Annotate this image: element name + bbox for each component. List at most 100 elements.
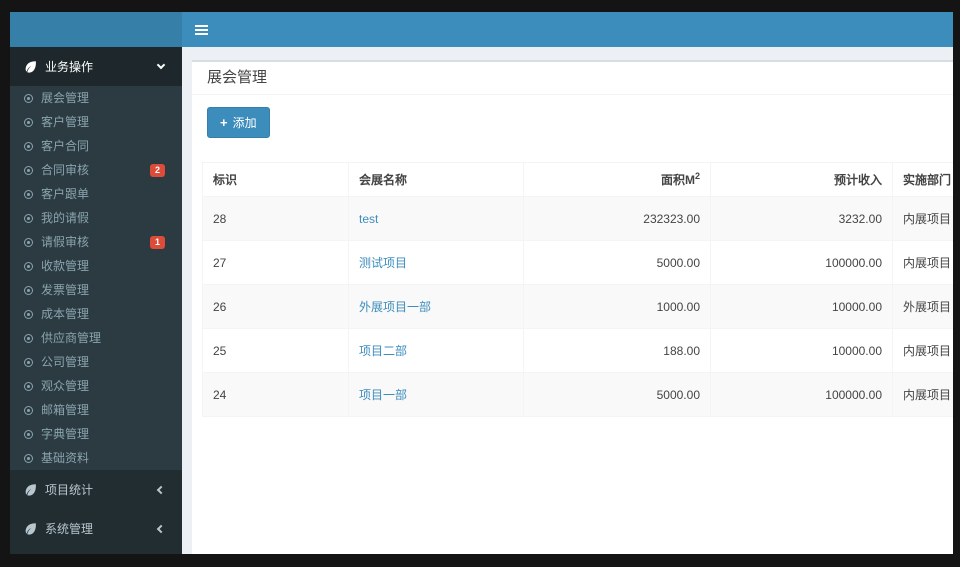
leaf-icon	[25, 61, 36, 73]
column-header-name: 会展名称	[348, 162, 524, 197]
sidebar-item-leave-review[interactable]: 请假审核 1	[10, 230, 182, 254]
chevron-left-icon	[156, 524, 166, 533]
radio-circle-icon	[24, 93, 33, 103]
table-row: 25 项目二部 188.00 10000.00 内展项目	[202, 328, 953, 373]
leaf-icon	[25, 484, 36, 496]
sidebar-item-contract-review[interactable]: 合同审核 2	[10, 158, 182, 182]
add-button[interactable]: + 添加	[207, 107, 270, 138]
sidebar-item-company-mgmt[interactable]: 公司管理	[10, 350, 182, 374]
column-header-id: 标识	[202, 162, 349, 197]
radio-circle-icon	[24, 381, 33, 391]
exhibition-link[interactable]: 项目一部	[359, 388, 407, 402]
navbar-main	[182, 12, 953, 47]
content-card: 展会管理 + 添加 标识 会展名称 面积M2 预计收入 实施部门 28 test…	[192, 60, 953, 554]
cell-id: 24	[202, 372, 349, 417]
cell-id: 27	[202, 240, 349, 285]
sidebar-item-customer-followup[interactable]: 客户跟单	[10, 182, 182, 206]
exhibition-link[interactable]: 外展项目一部	[359, 300, 431, 314]
sidebar-submenu: 展会管理 客户管理 客户合同 合同审核 2 客户跟单 我的请假 请假审核 1 收款管…	[10, 86, 182, 470]
sidebar-item-exhibition-mgmt[interactable]: 展会管理	[10, 86, 182, 110]
sidebar-section-project-stats[interactable]: 项目统计	[10, 470, 182, 509]
sidebar-item-customer-mgmt[interactable]: 客户管理	[10, 110, 182, 134]
column-header-dept: 实施部门	[892, 162, 953, 197]
sidebar-section-business[interactable]: 业务操作	[10, 47, 182, 86]
cell-income: 10000.00	[710, 284, 893, 329]
box-body: + 添加 标识 会展名称 面积M2 预计收入 实施部门 28 test 2323…	[192, 95, 953, 429]
sidebar-item-mailbox-mgmt[interactable]: 邮箱管理	[10, 398, 182, 422]
exhibition-link[interactable]: 项目二部	[359, 344, 407, 358]
sidebar-section-label: 系统管理	[45, 522, 94, 536]
radio-circle-icon	[24, 285, 33, 295]
exhibition-link[interactable]: 测试项目	[359, 256, 407, 270]
chevron-down-icon	[156, 60, 166, 70]
radio-circle-icon	[24, 117, 33, 127]
cell-income: 100000.00	[710, 240, 893, 285]
cell-area: 232323.00	[523, 196, 711, 241]
radio-circle-icon	[24, 453, 33, 463]
sidebar-item-payment-mgmt[interactable]: 收款管理	[10, 254, 182, 278]
app-window: 业务操作 展会管理 客户管理 客户合同 合同审核 2 客户跟单 我的请假 请假审核…	[10, 12, 953, 554]
sidebar-item-basic-data[interactable]: 基础资料	[10, 446, 182, 470]
table-header-row: 标识 会展名称 面积M2 预计收入 实施部门	[202, 162, 953, 197]
cell-area: 1000.00	[523, 284, 711, 329]
cell-dept: 内展项目	[892, 240, 953, 285]
radio-circle-icon	[24, 261, 33, 271]
sidebar-item-cost-mgmt[interactable]: 成本管理	[10, 302, 182, 326]
sidebar-item-my-leave[interactable]: 我的请假	[10, 206, 182, 230]
cell-name: 项目二部	[348, 328, 524, 373]
radio-circle-icon	[24, 309, 33, 319]
table-row: 27 测试项目 5000.00 100000.00 内展项目	[202, 240, 953, 285]
column-header-area: 面积M2	[523, 162, 711, 197]
chevron-left-icon	[156, 485, 166, 494]
status-badge: 1	[149, 235, 165, 249]
content-area: 展会管理 + 添加 标识 会展名称 面积M2 预计收入 实施部门 28 test…	[182, 47, 953, 554]
column-header-income: 预计收入	[710, 162, 893, 197]
cell-name: 测试项目	[348, 240, 524, 285]
radio-circle-icon	[24, 189, 33, 199]
cell-area: 5000.00	[523, 372, 711, 417]
radio-circle-icon	[24, 357, 33, 367]
box-header: 展会管理	[192, 62, 953, 95]
top-navbar	[10, 12, 953, 47]
status-badge: 2	[149, 163, 165, 177]
radio-circle-icon	[24, 141, 33, 151]
cell-name: 外展项目一部	[348, 284, 524, 329]
radio-circle-icon	[24, 237, 33, 247]
radio-circle-icon	[24, 213, 33, 223]
table-row: 24 项目一部 5000.00 100000.00 内展项目	[202, 372, 953, 417]
sidebar-section-label: 业务操作	[45, 60, 94, 74]
exhibitions-table: 标识 会展名称 面积M2 预计收入 实施部门 28 test 232323.00…	[202, 162, 953, 417]
cell-area: 5000.00	[523, 240, 711, 285]
cell-dept: 外展项目	[892, 284, 953, 329]
table-row: 26 外展项目一部 1000.00 10000.00 外展项目	[202, 284, 953, 329]
radio-circle-icon	[24, 429, 33, 439]
sidebar-item-audience-mgmt[interactable]: 观众管理	[10, 374, 182, 398]
leaf-icon	[25, 523, 36, 535]
sidebar-item-invoice-mgmt[interactable]: 发票管理	[10, 278, 182, 302]
page-title: 展会管理	[207, 69, 268, 86]
cell-dept: 内展项目	[892, 196, 953, 241]
cell-id: 25	[202, 328, 349, 373]
cell-income: 10000.00	[710, 328, 893, 373]
radio-circle-icon	[24, 333, 33, 343]
radio-circle-icon	[24, 405, 33, 415]
table-row: 28 test 232323.00 3232.00 内展项目	[202, 196, 953, 241]
exhibition-link[interactable]: test	[359, 212, 378, 226]
sidebar-section-system-mgmt[interactable]: 系统管理	[10, 509, 182, 548]
menu-icon[interactable]	[184, 12, 218, 47]
sidebar: 业务操作 展会管理 客户管理 客户合同 合同审核 2 客户跟单 我的请假 请假审核…	[10, 47, 182, 554]
cell-income: 3232.00	[710, 196, 893, 241]
cell-id: 26	[202, 284, 349, 329]
sidebar-item-customer-contract[interactable]: 客户合同	[10, 134, 182, 158]
sidebar-item-supplier-mgmt[interactable]: 供应商管理	[10, 326, 182, 350]
sidebar-item-dictionary-mgmt[interactable]: 字典管理	[10, 422, 182, 446]
radio-circle-icon	[24, 165, 33, 175]
cell-dept: 内展项目	[892, 328, 953, 373]
cell-id: 28	[202, 196, 349, 241]
add-button-label: 添加	[232, 116, 257, 130]
sidebar-section-label: 项目统计	[45, 483, 94, 497]
cell-area: 188.00	[523, 328, 711, 373]
logo-area	[10, 12, 182, 47]
plus-icon: +	[220, 114, 228, 130]
cell-name: test	[348, 196, 524, 241]
